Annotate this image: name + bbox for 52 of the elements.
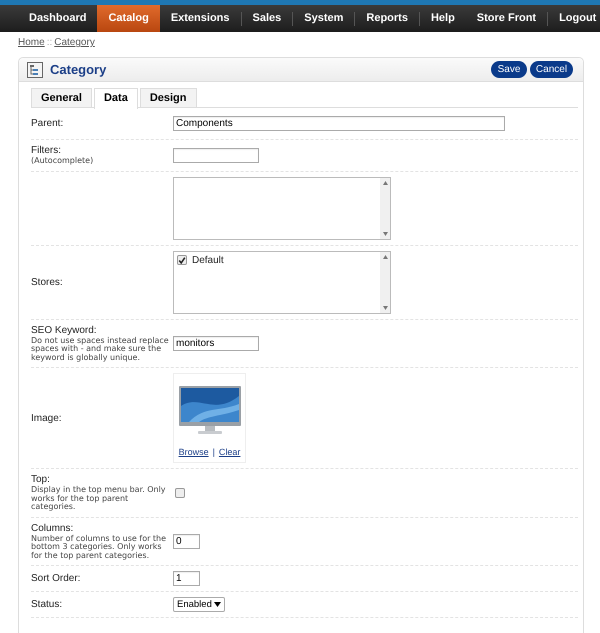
image-link[interactable]: Browse [178,447,209,457]
nav-menu-item[interactable]: Dashboard [18,5,98,32]
list-box[interactable]: Default [173,250,391,314]
nav-menu-item[interactable]: Extensions [160,5,240,32]
scrollbar[interactable] [380,178,390,238]
field-label: Filters: [31,145,62,156]
checkbox[interactable] [175,488,185,498]
field-label: Status: [31,599,64,610]
field-label: Columns: [31,522,74,534]
scroll-up-icon[interactable] [382,254,388,258]
checkbox[interactable] [177,255,187,265]
help-text: (Autocomplete) [31,157,94,166]
field-label: SEO Keyword: [31,324,98,336]
field-label: Stores: [31,276,64,288]
store-label: Default [192,254,224,266]
nav-menu-item[interactable]: Sales [242,5,292,32]
input-field[interactable]: 0 [173,534,200,549]
input-field[interactable]: 1 [173,571,200,586]
breadcrumb-link[interactable]: Home [18,37,45,48]
nav-menu-item[interactable]: System [293,5,354,32]
field-label: Sort Order: [31,573,82,584]
scrollbar[interactable] [380,252,390,312]
nav-menu-item[interactable]: Help [420,5,466,32]
dropdown-caret-icon [214,602,221,607]
link-separator: | [212,447,215,457]
status-dropdown[interactable]: Enabled [173,597,225,612]
scroll-down-icon[interactable] [382,232,388,236]
panel-title: Category [50,62,108,77]
scroll-down-icon[interactable] [382,306,388,310]
tab[interactable]: Design [140,88,196,107]
help-text: Number of columns to use for the bottom 3 categories. Only works for the top parent categories. [31,534,168,560]
breadcrumb-link[interactable]: Category [54,37,95,48]
help-text: Display in the top menu bar. Only works for the top parent categories. [31,486,167,512]
help-text: Do not use spaces instead replace spaces with - and make sure the keyword is globally unique. [31,336,170,362]
image-link[interactable]: Clear [218,447,240,457]
nav-menu-item[interactable]: Logout [548,5,600,32]
save-button[interactable]: Save [491,61,527,78]
field-label: Top: [31,474,51,485]
tab[interactable]: Data [94,88,138,109]
nav-menu-item[interactable]: Store Front [466,5,548,32]
field-label: Image: [31,412,63,424]
input-field[interactable]: Components [173,116,505,131]
cancel-button[interactable]: Cancel [530,61,573,78]
nav-menu-item[interactable]: Reports [355,5,419,32]
field-label: Parent: [31,118,64,129]
category-icon [27,62,43,78]
input-field[interactable]: monitors [173,336,259,351]
nav-menu-item[interactable]: Catalog [97,5,160,32]
scroll-up-icon[interactable] [382,180,388,184]
input-field[interactable] [173,148,259,163]
tab[interactable]: General [31,88,92,107]
breadcrumb-separator: :: [46,37,52,48]
